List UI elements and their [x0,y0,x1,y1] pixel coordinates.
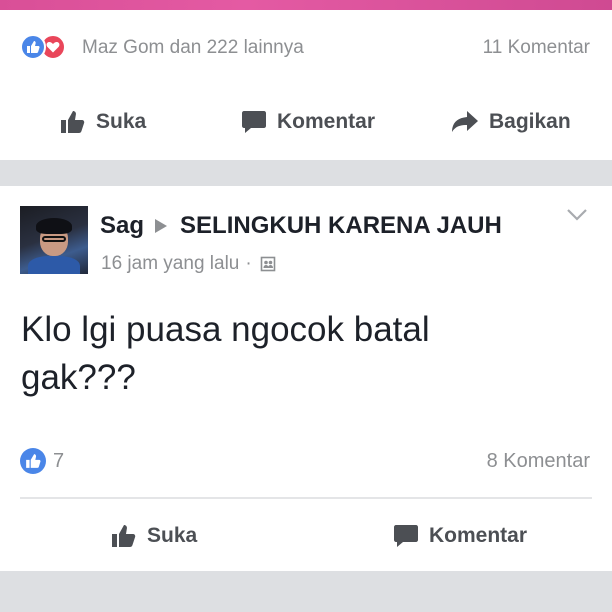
thumbs-up-icon [20,34,46,60]
triangle-arrow-icon [155,219,168,233]
comment-button[interactable]: Komentar [241,94,375,150]
comment-button-label: Komentar [277,110,376,133]
author-line: Sag SELINGKUH KARENA JAUH [100,212,502,240]
previous-post-image-edge[interactable] [0,0,612,10]
like-button-label: Suka [96,110,147,133]
post-body: Klo lgi puasa ngocok batal gak??? [21,306,581,402]
comment-count[interactable]: 11 Komentar [483,37,590,59]
speech-bubble-icon [242,111,266,133]
reactions-summary[interactable]: Maz Gom dan 222 lainnya [82,37,304,59]
avatar[interactable] [20,206,88,274]
post-timestamp[interactable]: 16 jam yang lalu [101,253,239,275]
comment-button-label: Komentar [429,524,528,547]
author-name[interactable]: Sag [100,212,144,240]
feed-separator [0,160,612,186]
reaction-icons[interactable] [20,34,76,60]
chevron-down-icon[interactable] [566,208,588,222]
post-meta: 16 jam yang lalu · [101,253,276,275]
post1-action-bar: Suka Komentar Bagikan [0,94,612,150]
like-button[interactable]: Suka [60,94,146,150]
group-icon [260,256,276,272]
meta-separator: · [245,253,252,274]
share-arrow-icon [452,111,478,132]
post2-header: Sag SELINGKUH KARENA JAUH 16 jam yang la… [0,200,612,290]
thumbs-up-icon [112,525,136,547]
speech-bubble-icon [394,525,418,547]
post-body-line: Klo lgi puasa ngocok batal [21,310,430,349]
post2-stats-row: 7 8 Komentar [0,440,612,484]
stats-divider [20,497,592,499]
share-button-label: Bagikan [489,110,571,133]
thumbs-up-icon [61,111,85,133]
post1-stats-row: Maz Gom dan 222 lainnya 11 Komentar [0,22,612,72]
post2-action-bar: Suka Komentar [0,508,612,564]
like-button-label: Suka [147,524,198,547]
thumbs-up-icon[interactable] [20,448,46,474]
post-body-line: gak??? [21,358,136,397]
comment-button[interactable]: Komentar [393,508,527,564]
group-name[interactable]: SELINGKUH KARENA JAUH [180,212,502,240]
feed-separator [0,571,612,612]
comment-count[interactable]: 8 Komentar [487,450,590,473]
share-button[interactable]: Bagikan [451,94,571,150]
like-button[interactable]: Suka [111,508,197,564]
like-count[interactable]: 7 [53,450,64,473]
